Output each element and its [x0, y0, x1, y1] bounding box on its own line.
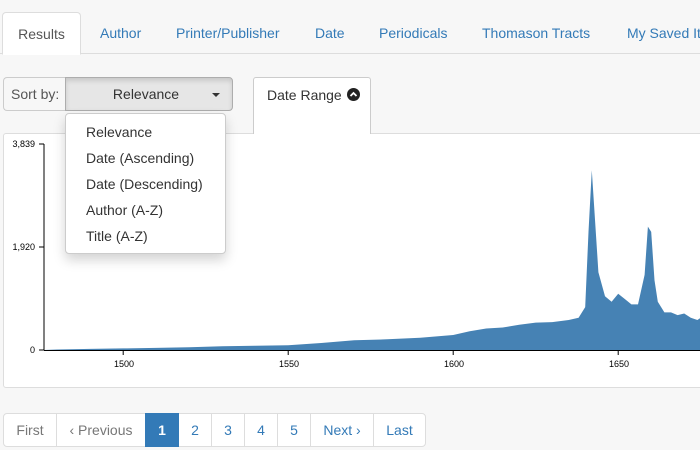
sort-dropdown-button[interactable]: Relevance — [65, 77, 233, 111]
x-tick-label-1600: 1600 — [444, 359, 464, 369]
pagination: First ‹ Previous 1 2 3 4 5 Next › Last — [3, 413, 426, 447]
tab-thomason-tracts[interactable]: Thomason Tracts — [482, 12, 590, 54]
caret-down-icon — [212, 93, 220, 97]
x-tick-label-1500: 1500 — [114, 359, 134, 369]
page-1[interactable]: 1 — [145, 413, 179, 447]
date-range-toggle[interactable]: Date Range — [253, 77, 371, 134]
y-tick-label-max: 3,839 — [12, 139, 35, 149]
y-tick-label-mid: 1,920 — [12, 242, 35, 252]
tab-my-saved-items[interactable]: My Saved It — [627, 12, 700, 54]
sort-option-date-descending[interactable]: Date (Descending) — [66, 171, 225, 197]
sort-option-date-ascending[interactable]: Date (Ascending) — [66, 145, 225, 171]
sort-dropdown-menu: Relevance Date (Ascending) Date (Descend… — [65, 113, 226, 254]
sort-option-author-az[interactable]: Author (A-Z) — [66, 197, 225, 223]
tab-date[interactable]: Date — [315, 12, 345, 54]
sort-option-relevance[interactable]: Relevance — [66, 119, 225, 145]
date-range-label: Date Range — [267, 87, 342, 103]
page-4[interactable]: 4 — [244, 413, 278, 447]
page-previous[interactable]: ‹ Previous — [56, 413, 146, 447]
sort-selected-value: Relevance — [112, 86, 180, 102]
page-3[interactable]: 3 — [211, 413, 245, 447]
chevron-up-circle-icon — [347, 88, 360, 101]
tab-author[interactable]: Author — [100, 12, 141, 54]
page-5[interactable]: 5 — [277, 413, 311, 447]
x-tick-label-1650: 1650 — [609, 359, 629, 369]
page-next[interactable]: Next › — [310, 413, 374, 447]
page-2[interactable]: 2 — [178, 413, 212, 447]
x-tick-label-1550: 1550 — [279, 359, 299, 369]
page-last[interactable]: Last — [373, 413, 426, 447]
sort-option-title-az[interactable]: Title (A-Z) — [66, 223, 225, 249]
page-first[interactable]: First — [3, 413, 57, 447]
tab-results[interactable]: Results — [2, 12, 81, 55]
tab-printer-publisher[interactable]: Printer/Publisher — [176, 12, 280, 54]
y-tick-label-zero: 0 — [30, 345, 35, 355]
sort-by-label: Sort by: — [3, 77, 66, 111]
tab-periodicals[interactable]: Periodicals — [379, 12, 447, 54]
results-tabs: Results Author Printer/Publisher Date Pe… — [0, 0, 700, 55]
